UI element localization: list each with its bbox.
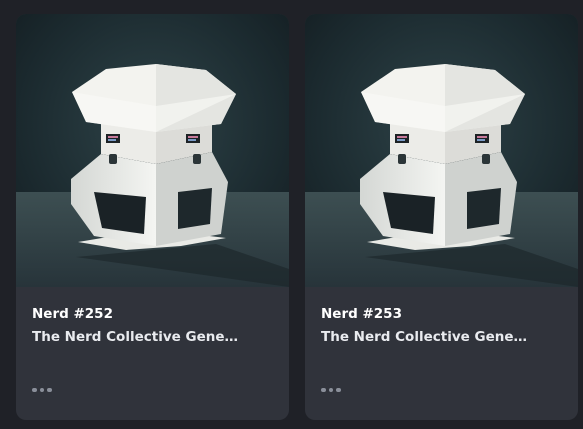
dot [39,387,44,393]
nft-info: Nerd #252 The Nerd Collective Gene… [32,305,273,346]
dot [32,387,37,393]
nft-name[interactable]: Nerd #252 [32,305,273,323]
nft-image[interactable] [16,14,289,287]
nft-card[interactable]: Nerd #253 The Nerd Collective Gene… [305,14,578,420]
dot [47,387,52,393]
more-horizontal-icon[interactable] [32,382,58,398]
nft-image[interactable] [305,14,578,287]
collection-name[interactable]: The Nerd Collective Gene… [32,328,273,346]
nft-card[interactable]: Nerd #252 The Nerd Collective Gene… [16,14,289,420]
nft-grid: Nerd #252 The Nerd Collective Gene… Nerd… [0,0,583,429]
nft-name[interactable]: Nerd #253 [321,305,562,323]
more-horizontal-icon[interactable] [321,382,347,398]
dot [328,387,333,393]
collection-name[interactable]: The Nerd Collective Gene… [321,328,562,346]
nft-info: Nerd #253 The Nerd Collective Gene… [321,305,562,346]
dot [321,387,326,393]
dot [336,387,341,393]
